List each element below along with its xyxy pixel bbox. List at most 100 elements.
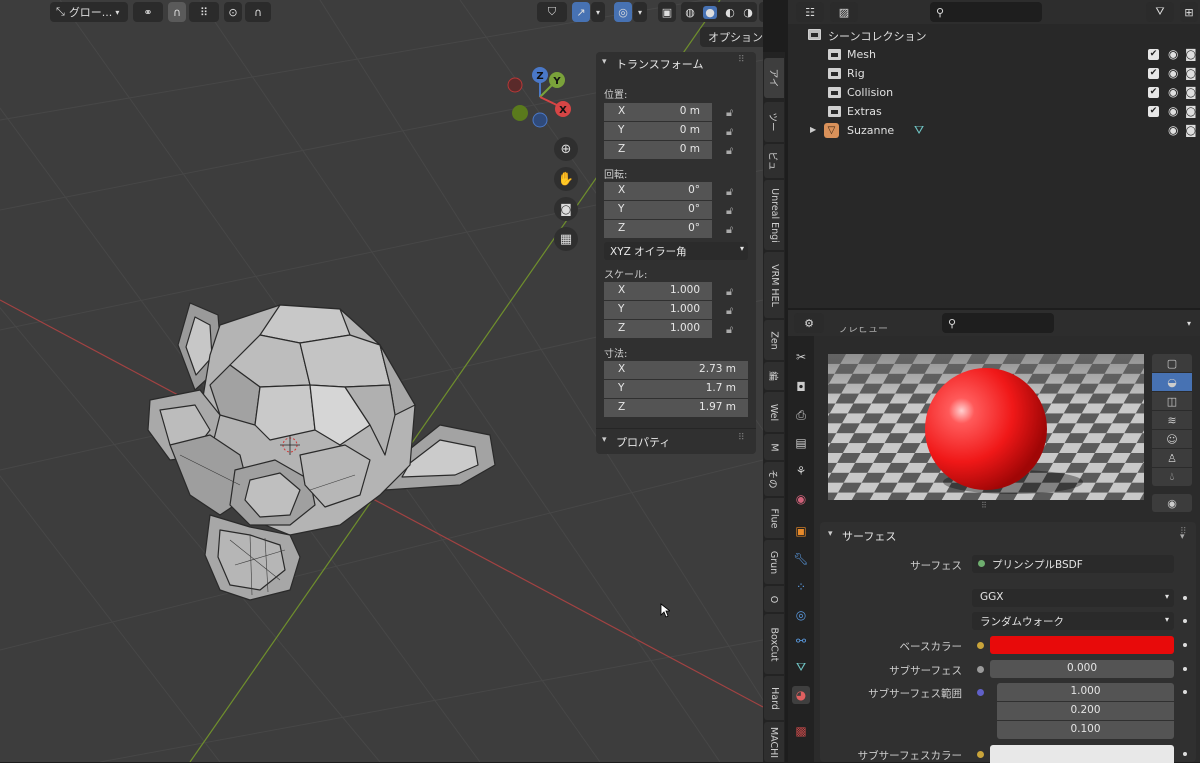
- tab-view[interactable]: ビュ: [764, 144, 784, 178]
- float-socket-icon[interactable]: [977, 666, 984, 673]
- tab-machin3[interactable]: MACHI: [764, 722, 784, 762]
- eye-icon[interactable]: ◉: [1168, 85, 1178, 99]
- zoom-view-button[interactable]: ⊕: [554, 137, 578, 161]
- dimensions-y-field[interactable]: Y 1.7 m: [604, 380, 748, 398]
- preview-cube-button[interactable]: ◫: [1152, 392, 1192, 410]
- collapse-chevron-icon[interactable]: ▾: [602, 435, 607, 445]
- preview-hair-button[interactable]: ≋: [1152, 411, 1192, 429]
- solid-shading-icon[interactable]: ●: [703, 5, 717, 19]
- outliner-collection-row[interactable]: Rig ✔ ◉ ◙: [788, 64, 1200, 83]
- material-tab[interactable]: ◕: [792, 686, 810, 704]
- overlays-toggle[interactable]: ◎: [614, 2, 632, 22]
- base-color-swatch[interactable]: [990, 636, 1174, 654]
- perspective-toggle-button[interactable]: ▦: [554, 227, 578, 251]
- tab-wel[interactable]: Wel: [764, 392, 784, 432]
- rotation-x-field[interactable]: X 0°: [604, 182, 712, 200]
- keyframe-dot-icon[interactable]: [1183, 752, 1187, 756]
- scene-tab[interactable]: ⚘: [792, 462, 810, 480]
- camera-icon[interactable]: ◙: [1185, 66, 1197, 80]
- surface-shader-field[interactable]: プリンシプルBSDF: [972, 555, 1174, 573]
- eye-icon[interactable]: ◉: [1168, 104, 1178, 118]
- tab-item[interactable]: アイ: [764, 58, 784, 98]
- scale-y-field[interactable]: Y 1.000: [604, 301, 712, 319]
- camera-icon[interactable]: ◙: [1185, 104, 1197, 118]
- subsurface-color-swatch[interactable]: [990, 745, 1174, 763]
- texture-tab[interactable]: ▩: [792, 722, 810, 740]
- lock-icon[interactable]: 🔓︎: [726, 323, 740, 336]
- subsurface-method-dropdown[interactable]: ランダムウォーク ▾: [972, 612, 1174, 630]
- outliner-search-input[interactable]: ⚲: [930, 2, 1042, 22]
- xray-toggle[interactable]: ▣: [658, 2, 676, 22]
- camera-icon[interactable]: ◙: [1185, 85, 1197, 99]
- outliner-object-row[interactable]: ▶ ▽ Suzanne ⛛ ◉ ◙: [788, 121, 1200, 140]
- modifier-tab[interactable]: 🔧︎: [792, 550, 810, 568]
- distribution-dropdown[interactable]: GGX ▾: [972, 589, 1174, 607]
- scale-z-field[interactable]: Z 1.000: [604, 320, 712, 338]
- properties-search-input[interactable]: ⚲: [942, 313, 1054, 333]
- options-dropdown[interactable]: ▾: [1180, 313, 1198, 333]
- location-y-field[interactable]: Y0 m: [604, 122, 712, 140]
- lock-icon[interactable]: 🔓︎: [726, 144, 740, 157]
- particles-tab[interactable]: ⁘: [792, 578, 810, 596]
- preview-world-button[interactable]: ◉: [1152, 494, 1192, 512]
- outliner-collection-row[interactable]: Collision ✔ ◉ ◙: [788, 83, 1200, 102]
- preview-sphere-button[interactable]: ◒: [1152, 373, 1192, 391]
- subsurface-field[interactable]: 0.000: [990, 660, 1174, 678]
- rotation-z-field[interactable]: Z 0°: [604, 220, 712, 238]
- eye-icon[interactable]: ◉: [1168, 123, 1178, 137]
- keyframe-dot-icon[interactable]: [1183, 643, 1187, 647]
- tab-vrm-helper[interactable]: VRM HEL: [764, 252, 784, 318]
- proportional-falloff-dropdown[interactable]: ∩: [245, 2, 271, 22]
- rotation-y-field[interactable]: Y 0°: [604, 201, 712, 219]
- tab-o[interactable]: O: [764, 586, 784, 612]
- new-collection-button[interactable]: ⊞: [1180, 2, 1198, 22]
- preview-fluid-button[interactable]: 💧︎: [1152, 468, 1192, 486]
- tab-zen[interactable]: Zen: [764, 320, 784, 360]
- viewport-options-button[interactable]: オプション ▾: [700, 27, 763, 47]
- physics-tab[interactable]: ◎: [792, 606, 810, 624]
- properties-section-title[interactable]: プロパティ: [616, 434, 670, 450]
- preview-cloth-button[interactable]: ♙: [1152, 449, 1192, 467]
- gizmo-toggle[interactable]: ↗: [572, 2, 590, 22]
- tab-other[interactable]: その: [764, 462, 784, 496]
- constraints-tab[interactable]: ⚯: [792, 632, 810, 650]
- proportional-edit-toggle[interactable]: ⊙: [224, 2, 242, 22]
- scene-collection-row[interactable]: シーンコレクション: [788, 25, 1200, 44]
- preview-flat-button[interactable]: ▢: [1152, 354, 1192, 372]
- pan-view-button[interactable]: ✋: [554, 167, 578, 191]
- data-tab[interactable]: ⛛: [792, 658, 810, 676]
- keyframe-dot-icon[interactable]: [1183, 596, 1187, 600]
- exclude-checkbox[interactable]: ✔: [1148, 87, 1159, 98]
- rotation-mode-dropdown[interactable]: XYZ オイラー角 ▾: [604, 242, 748, 260]
- scale-x-field[interactable]: X 1.000: [604, 282, 712, 300]
- wireframe-shading-icon[interactable]: ◍: [685, 6, 695, 19]
- lock-icon[interactable]: 🔓︎: [726, 223, 740, 236]
- lock-icon[interactable]: 🔓︎: [726, 285, 740, 298]
- location-x-field[interactable]: X0 m: [604, 103, 712, 121]
- lock-icon[interactable]: 🔓︎: [726, 304, 740, 317]
- eye-icon[interactable]: ◉: [1168, 66, 1178, 80]
- display-mode-dropdown[interactable]: ☷: [796, 2, 824, 22]
- keyframe-dot-icon[interactable]: [1183, 667, 1187, 671]
- dimensions-z-field[interactable]: Z 1.97 m: [604, 399, 748, 417]
- camera-icon[interactable]: ◙: [1185, 123, 1197, 137]
- exclude-checkbox[interactable]: ✔: [1148, 106, 1159, 117]
- exclude-checkbox[interactable]: ✔: [1148, 68, 1159, 79]
- eye-icon[interactable]: ◉: [1168, 47, 1178, 61]
- pivot-point-dropdown[interactable]: ⚭: [133, 2, 163, 22]
- outliner-collection-row[interactable]: Mesh ✔ ◉ ◙: [788, 45, 1200, 64]
- 3d-viewport[interactable]: ⤡ グロー... ▾ ⚭ ∩ ⠿ ⊙ ∩ ⛉ ↗ ▾ ◎ ▾ ▣ ◍ ● ◐ ◑…: [0, 0, 763, 762]
- view-object-types-dropdown[interactable]: ⛉: [537, 2, 567, 22]
- object-tab[interactable]: ▣: [792, 522, 810, 540]
- snap-toggle[interactable]: ∩: [168, 2, 186, 22]
- tab-tool[interactable]: ツー: [764, 102, 784, 142]
- drag-handle-icon[interactable]: ⠿: [738, 55, 745, 65]
- tab-hard[interactable]: Hard: [764, 676, 784, 720]
- location-z-field[interactable]: Z0 m: [604, 141, 712, 159]
- subsurface-radius-z-field[interactable]: 0.100: [997, 721, 1174, 739]
- tab-unreal-engine[interactable]: Unreal Engi: [764, 180, 784, 250]
- tool-tab[interactable]: ✂: [792, 348, 810, 366]
- mesh-data-icon[interactable]: ⛛: [914, 123, 924, 138]
- transform-orientation-dropdown[interactable]: ⤡ グロー... ▾: [50, 2, 128, 22]
- lock-icon[interactable]: 🔓︎: [726, 204, 740, 217]
